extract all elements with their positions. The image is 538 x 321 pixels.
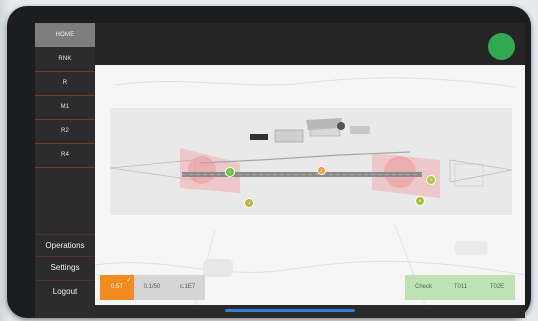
filter-button-2[interactable]: 0.1/50 bbox=[134, 275, 171, 300]
marker-1-label: 1 bbox=[228, 169, 232, 174]
filter-button-1-label: 0.5T bbox=[110, 284, 123, 290]
sidebar: HOME RNK R M1 R2 R4 Operations Settings … bbox=[35, 23, 95, 318]
home-indicator[interactable] bbox=[225, 309, 355, 312]
check-button[interactable]: Check bbox=[405, 275, 443, 300]
marker-1[interactable]: 1 bbox=[225, 167, 235, 177]
sidebar-item-operations[interactable]: Operations bbox=[35, 234, 95, 257]
marker-2-label: 2 bbox=[320, 168, 323, 173]
airfield-diagram bbox=[109, 108, 513, 215]
sidebar-item-settings[interactable]: Settings bbox=[35, 256, 95, 279]
marker-4-label: 4 bbox=[247, 200, 251, 205]
tablet-frame: HOME RNK R M1 R2 R4 Operations Settings … bbox=[7, 6, 531, 318]
sidebar-item-m1[interactable]: M1 bbox=[35, 95, 95, 120]
marker-5[interactable]: 5 bbox=[415, 196, 425, 206]
marker-2[interactable]: 2 bbox=[317, 166, 326, 175]
sidebar-item-logout[interactable]: Logout bbox=[35, 280, 95, 303]
t02e-button[interactable]: T02E bbox=[479, 275, 515, 300]
t011-button[interactable]: T011 bbox=[442, 275, 480, 300]
marker-5-label: 5 bbox=[418, 198, 422, 203]
top-bar bbox=[95, 23, 525, 65]
sidebar-item-r[interactable]: R bbox=[35, 71, 95, 96]
app-screen: HOME RNK R M1 R2 R4 Operations Settings … bbox=[35, 23, 525, 318]
marker-3[interactable]: 3 bbox=[426, 175, 436, 185]
filter-button-3[interactable]: c.1E7 bbox=[170, 275, 205, 300]
map-view[interactable]: 1 2 3 4 5 bbox=[95, 65, 525, 305]
status-indicator[interactable] bbox=[488, 33, 515, 60]
sidebar-item-r2[interactable]: R2 bbox=[35, 119, 95, 144]
marker-4[interactable]: 4 bbox=[244, 198, 254, 208]
sidebar-item-rnk[interactable]: RNK bbox=[35, 47, 95, 72]
marker-3-label: 3 bbox=[429, 177, 433, 182]
filter-button-1[interactable]: 0.5T ✓ bbox=[100, 275, 135, 300]
sidebar-item-home[interactable]: HOME bbox=[35, 23, 95, 47]
sidebar-item-r4[interactable]: R4 bbox=[35, 143, 95, 168]
checkmark-icon: ✓ bbox=[126, 277, 132, 284]
